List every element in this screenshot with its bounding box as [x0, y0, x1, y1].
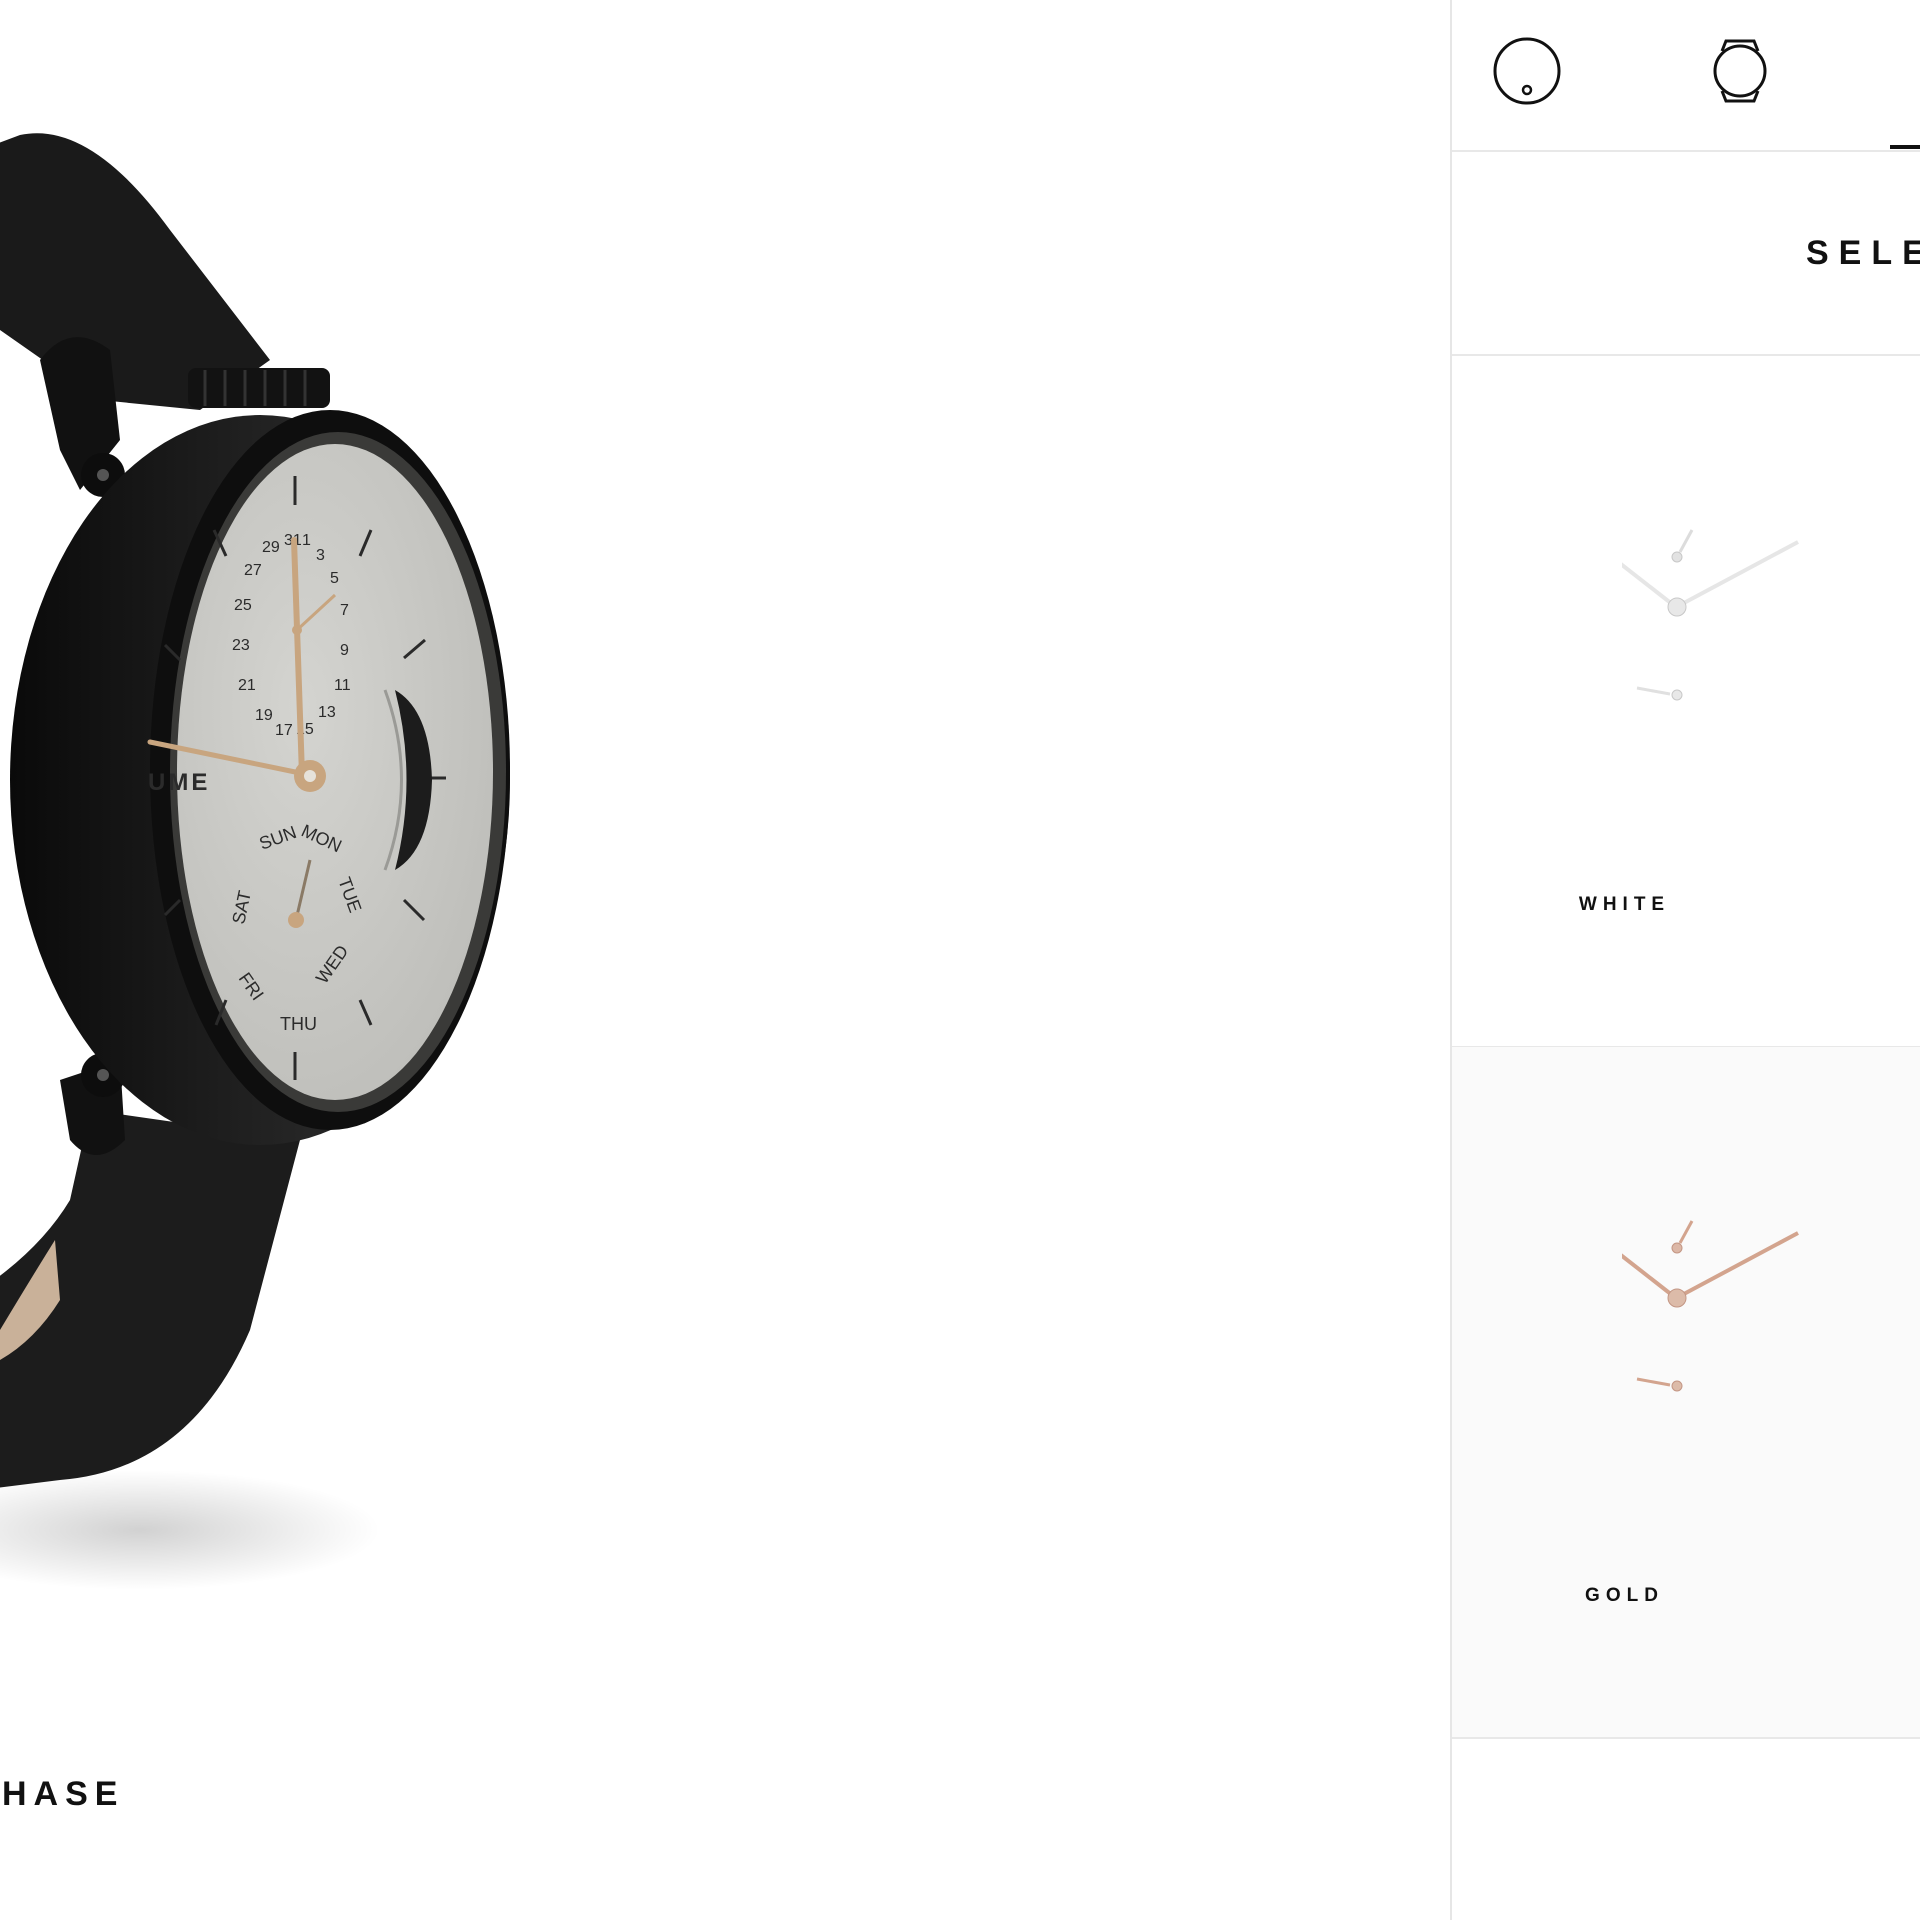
date-7: 7: [340, 602, 349, 619]
product-preview: UME 31 1 3 5 7 9 11 13 15 17 19 21 23 25…: [0, 0, 1451, 1920]
watch-render: UME 31 1 3 5 7 9 11 13 15 17 19 21 23 25…: [0, 133, 510, 1590]
section-title: SELE: [1806, 234, 1920, 272]
product-name: HASE: [2, 1775, 125, 1813]
date-25: 25: [234, 597, 252, 614]
date-11: 11: [334, 677, 351, 694]
tab-bar: [1452, 0, 1920, 152]
customizer-panel: SELE WHITE GOLD: [1450, 0, 1920, 1920]
option-label-gold: GOLD: [1585, 1585, 1664, 1606]
date-23: 23: [232, 637, 250, 654]
gold-hands-icon: [1622, 1220, 1799, 1392]
date-1: 1: [302, 532, 311, 549]
watch-case-icon: [1713, 39, 1767, 103]
tab-dial[interactable]: [1452, 0, 1592, 150]
crown: [188, 368, 330, 408]
tab-case[interactable]: [1670, 0, 1810, 150]
date-3: 3: [316, 547, 325, 564]
option-label-white: WHITE: [1578, 894, 1671, 915]
date-5: 5: [330, 570, 339, 587]
date-19: 19: [255, 707, 273, 724]
date-17: 17: [275, 722, 293, 739]
day-thu: THU: [280, 1014, 317, 1034]
date-21: 21: [238, 677, 256, 694]
date-9: 9: [340, 642, 349, 659]
date-29: 29: [262, 539, 280, 556]
white-hands-icon: [1622, 529, 1799, 701]
date-27: 27: [244, 562, 262, 579]
watch-face-icon: [1493, 37, 1561, 105]
active-tab-indicator: [1890, 145, 1920, 149]
hands-option-gold[interactable]: GOLD: [1452, 1047, 1920, 1739]
hands-option-white[interactable]: WHITE: [1452, 356, 1920, 1048]
dial-brand-text: UME: [148, 769, 210, 796]
date-13: 13: [318, 704, 336, 721]
section-heading: SELE: [1452, 152, 1920, 356]
